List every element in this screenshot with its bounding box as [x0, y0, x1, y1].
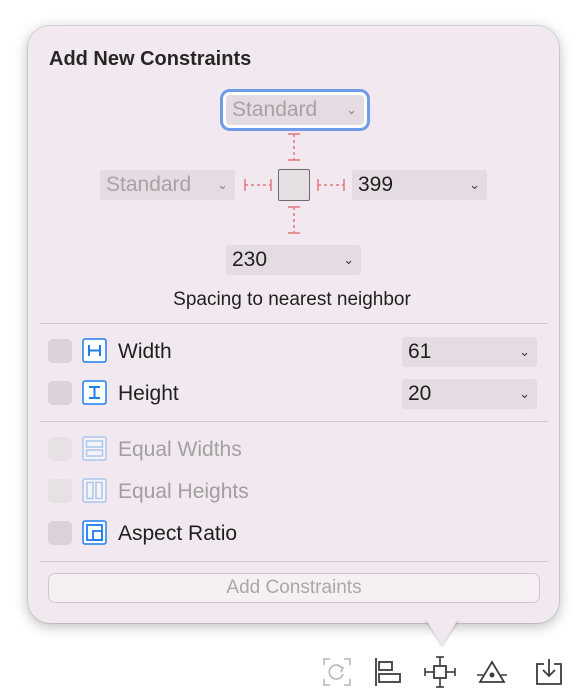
spacing-hint: Spacing to nearest neighbor: [173, 289, 411, 310]
chevron-down-icon: ⌄: [217, 177, 228, 192]
trailing-spacing-dropdown[interactable]: 399 ⌄: [352, 170, 487, 200]
popover-title: Add New Constraints: [49, 48, 252, 70]
aspect-ratio-icon: [82, 520, 107, 545]
equal-widths-icon: [82, 436, 107, 461]
height-label: Height: [118, 382, 179, 405]
aspect-ratio-checkbox[interactable]: [48, 521, 72, 545]
top-spacing-dropdown[interactable]: Standard ⌄: [226, 95, 364, 125]
chevron-down-icon: ⌄: [346, 102, 357, 117]
equal-heights-checkbox[interactable]: [48, 479, 72, 503]
top-constraint-strut[interactable]: [284, 132, 304, 162]
trailing-spacing-value: 399: [358, 173, 394, 196]
height-checkbox[interactable]: [48, 381, 72, 405]
add-constraints-button[interactable]: Add Constraints: [48, 573, 540, 603]
height-constraint-icon: [82, 380, 107, 405]
height-value-dropdown[interactable]: 20 ⌄: [402, 379, 537, 409]
add-constraints-icon[interactable]: [424, 656, 456, 688]
chevron-down-icon: ⌄: [343, 252, 354, 267]
top-spacing-value: Standard: [232, 98, 318, 121]
leading-constraint-strut[interactable]: [243, 175, 273, 195]
equal-heights-icon: [82, 478, 107, 503]
chevron-down-icon: ⌄: [519, 386, 530, 401]
width-label: Width: [118, 340, 172, 363]
width-constraint-icon: [82, 338, 107, 363]
aspect-ratio-label: Aspect Ratio: [118, 522, 238, 545]
align-icon[interactable]: [372, 656, 404, 688]
leading-spacing-dropdown[interactable]: Standard ⌄: [100, 170, 235, 200]
popover-arrow: [425, 618, 459, 645]
width-value-dropdown[interactable]: 61 ⌄: [402, 337, 537, 367]
height-value: 20: [408, 382, 432, 405]
embed-in-icon[interactable]: [533, 656, 565, 688]
bottom-spacing-value: 230: [232, 248, 268, 271]
leading-spacing-value: Standard: [106, 173, 192, 196]
equal-widths-label: Equal Widths: [118, 438, 242, 461]
bottom-spacing-dropdown[interactable]: 230 ⌄: [226, 245, 361, 275]
equal-widths-checkbox[interactable]: [48, 437, 72, 461]
width-checkbox[interactable]: [48, 339, 72, 363]
divider: [40, 323, 548, 324]
chevron-down-icon: ⌄: [469, 177, 480, 192]
trailing-constraint-strut[interactable]: [316, 175, 346, 195]
divider: [40, 421, 548, 422]
bottom-constraint-strut[interactable]: [284, 205, 304, 235]
view-placeholder-box: [278, 169, 310, 201]
width-value: 61: [408, 340, 432, 363]
divider: [40, 561, 548, 562]
update-frames-icon[interactable]: [321, 656, 353, 688]
resolve-issues-icon[interactable]: [476, 656, 508, 688]
chevron-down-icon: ⌄: [519, 344, 530, 359]
equal-heights-label: Equal Heights: [118, 480, 249, 503]
